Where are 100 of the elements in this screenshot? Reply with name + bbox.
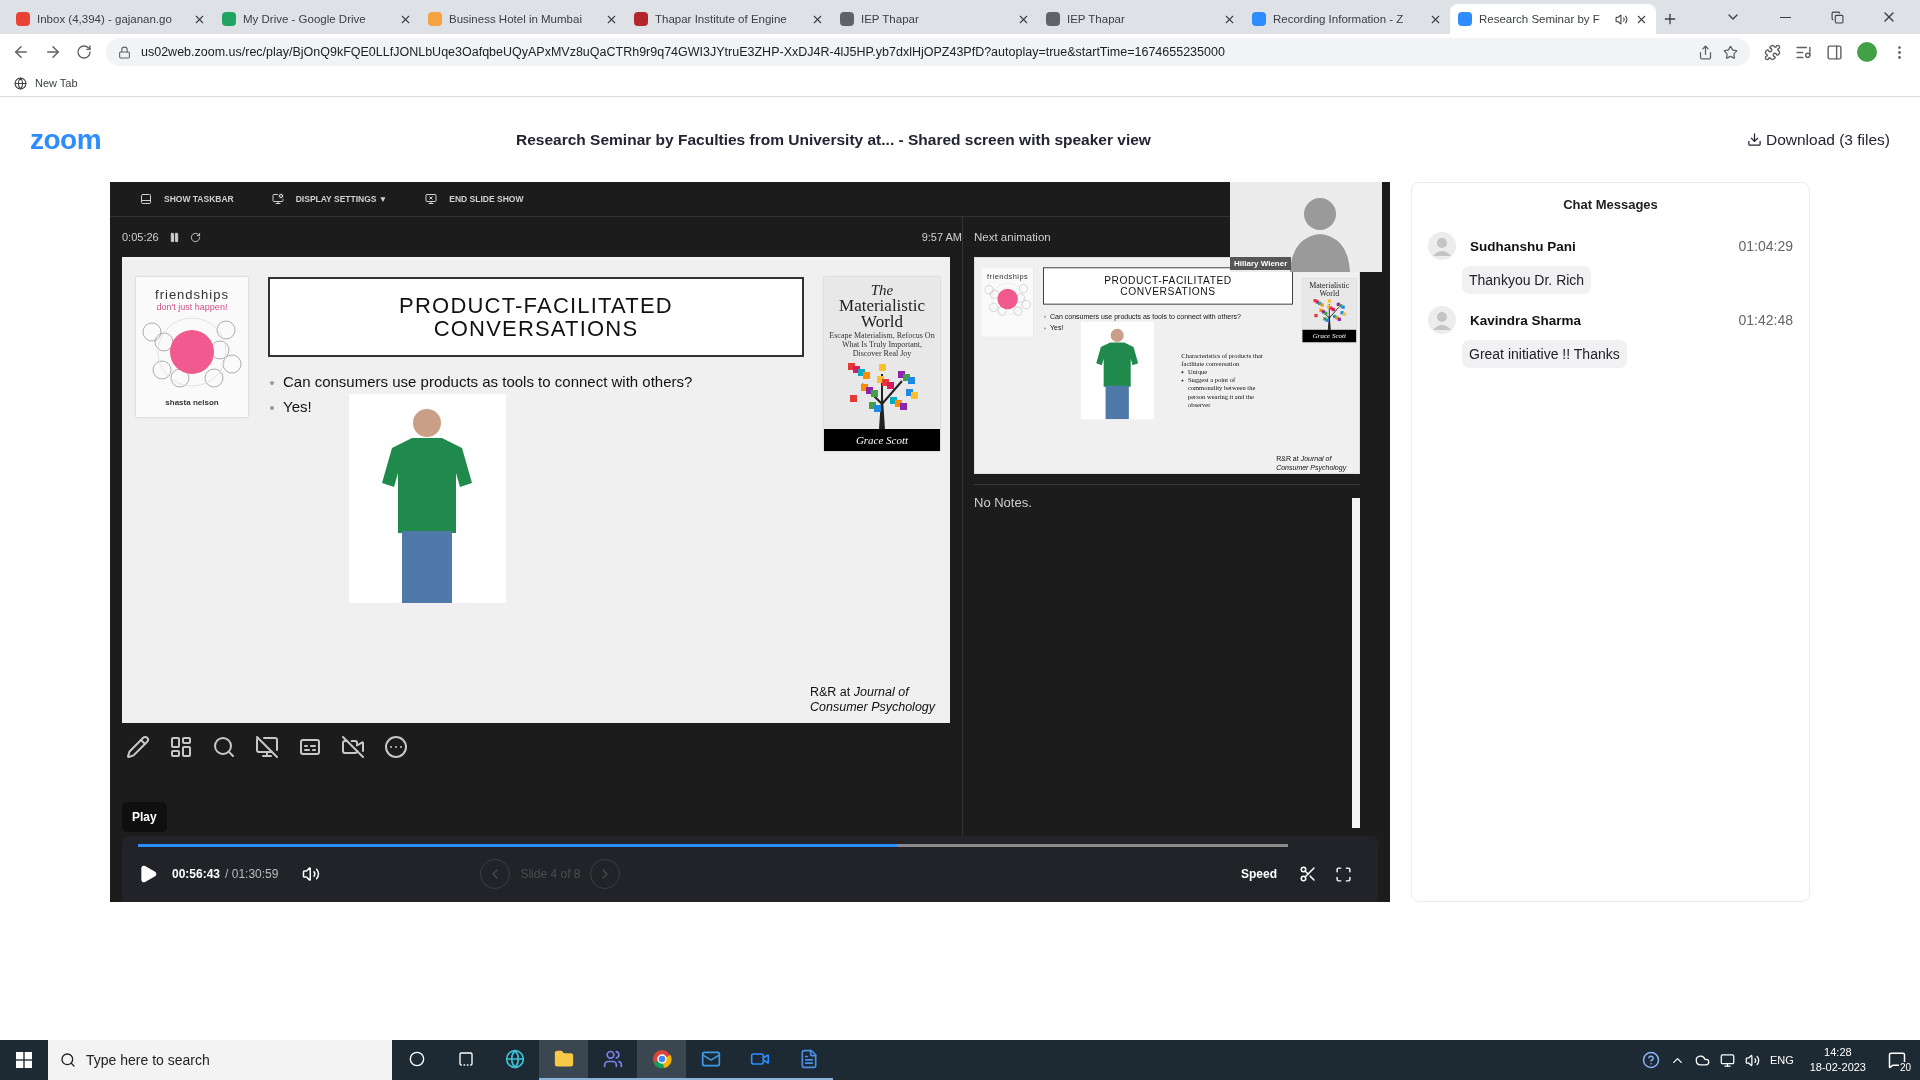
star-icon[interactable] (1723, 44, 1738, 60)
grid-icon[interactable] (169, 735, 193, 759)
folder-icon[interactable] (539, 1040, 588, 1080)
taskbar-clock[interactable]: 14:28 18-02-2023 (1803, 1045, 1872, 1075)
progress-track[interactable] (138, 844, 1288, 847)
search-field[interactable]: Type here to search (48, 1040, 392, 1080)
help-icon[interactable] (1641, 1051, 1660, 1069)
network-icon[interactable] (1719, 1052, 1735, 1068)
globe-icon (14, 76, 27, 90)
monitor-x-icon (425, 193, 438, 205)
browser-tab[interactable]: Business Hotel in Mumbai (420, 4, 626, 34)
four-pane-icon (16, 1052, 32, 1068)
reset-icon[interactable] (189, 231, 201, 243)
taskbar-icon (140, 193, 152, 205)
site-icon (1046, 12, 1060, 26)
volume-button[interactable] (302, 865, 321, 883)
site-icon (634, 12, 648, 26)
toolbar-button[interactable]: SHOW TASKBAR (140, 193, 234, 205)
cover-subtitle: Escape Materialism, Refocus On What Is Truly Important, Discover Real Joy (828, 330, 936, 359)
download-icon (1746, 132, 1762, 147)
bullet-dot (270, 406, 274, 410)
video-off-icon[interactable] (341, 735, 365, 759)
tree-drawing (1310, 297, 1348, 330)
bullet-dot (270, 381, 274, 385)
browser-tab[interactable]: Recording Information - Z (1244, 4, 1450, 34)
cloud-icon[interactable] (1694, 1052, 1710, 1068)
toolbar-button[interactable]: END SLIDE SHOW (425, 193, 524, 205)
bullet-dot (1181, 371, 1184, 374)
pen-icon[interactable] (126, 735, 150, 759)
message-time: 01:42:48 (1738, 312, 1793, 328)
volume-icon[interactable] (1744, 1052, 1760, 1068)
site-icon (840, 12, 854, 26)
site-icon (1252, 12, 1266, 26)
language-indicator[interactable]: ENG (1769, 1054, 1794, 1066)
forward-icon[interactable] (44, 43, 62, 61)
person-silhouette-icon (1290, 198, 1350, 272)
search-icon[interactable] (212, 735, 236, 759)
site-icon (1458, 12, 1472, 26)
notes-text: No Notes. (974, 495, 1033, 510)
play-button[interactable] (138, 864, 158, 884)
clock-time: 9:57 AM (921, 231, 962, 243)
back-icon[interactable] (12, 43, 30, 61)
profile-avatar[interactable] (1857, 42, 1877, 62)
browser-tab[interactable]: Thapar Institute of Engine (626, 4, 832, 34)
site-icon (428, 12, 442, 26)
bookmark-link[interactable]: New Tab (14, 76, 78, 90)
next-animation-label: Next animation (974, 230, 1051, 245)
chat-title: Chat Messages (1562, 197, 1659, 212)
bullet-dot (1181, 379, 1184, 382)
restore-icon (1830, 10, 1844, 24)
ring-icon[interactable] (637, 1040, 686, 1080)
speaker-name: Hillary Wiener (1230, 257, 1292, 270)
avatar-icon (1428, 306, 1456, 334)
browser-tab[interactable]: IEP Thapar (1038, 4, 1244, 34)
share-icon[interactable] (1698, 44, 1713, 60)
browser-tab[interactable]: My Drive - Google Drive (214, 4, 420, 34)
current-time: 00:56:43 (172, 867, 221, 881)
browser-tab[interactable]: Research Seminar by F (1450, 4, 1656, 34)
slide-title: PRODUCT-FACILITATED CONVERSATIONS (268, 277, 804, 357)
cover-author: Grace Scott (824, 428, 940, 451)
total-duration: / 01:30:59 (225, 867, 279, 881)
puzzle-icon[interactable] (1764, 43, 1781, 61)
toolbar-button[interactable]: DISPLAY SETTINGS ▼ (271, 193, 388, 205)
search-icon (60, 1052, 76, 1068)
recording-title: Research Seminar by Faculties from University at... - Shared screen with speaker view (515, 130, 1152, 149)
site-icon (16, 12, 30, 26)
pause-icon[interactable] (168, 231, 180, 243)
elapsed-time: 0:05:26 (122, 231, 159, 243)
side-panel-icon[interactable] (1826, 43, 1843, 61)
browser-tab[interactable]: Inbox (4,394) - gajanan.go (8, 4, 214, 34)
avatar-icon (1428, 232, 1456, 260)
reload-icon[interactable] (76, 44, 92, 60)
plus-icon (1662, 11, 1678, 27)
download-button[interactable]: Download (3 files) (1746, 130, 1890, 149)
cover-title: Materialistic World (838, 298, 926, 331)
slide-title: PRODUCT-FACILITATED CONVERSATIONS (1043, 267, 1293, 305)
message-time: 01:04:29 (1738, 238, 1793, 254)
address-bar[interactable]: us02web.zoom.us/rec/play/BjOnQ9kFQE0LLfJONLbUqe3OafqbeUQyAPxMVz8uQaCTRh9r9q74GWI3JYtruE3ZHP-XxDJ4R-4lJ5HP.yb7dxlHjOPZ43PfD?autoplay=true&startTime=1674655235000 (106, 38, 1750, 66)
message-bubble: Great initiative !! Thanks (1462, 340, 1627, 368)
minimize-icon (1779, 16, 1791, 18)
monitor-gear-icon (271, 193, 284, 205)
bullet-text: Can consumers use products as tools to connect with others? (283, 373, 693, 390)
bullet-text: Yes! (283, 398, 312, 415)
monitor-off-icon[interactable] (255, 735, 279, 759)
cover-author: shasta nelson (165, 398, 219, 407)
scrollbar[interactable] (1352, 498, 1360, 828)
site-icon (222, 12, 236, 26)
lock-icon (118, 45, 131, 59)
cover-title: friendships (155, 287, 229, 302)
more-icon[interactable] (384, 735, 408, 759)
cover-title-prefix: The (870, 283, 894, 298)
clip-button[interactable] (1299, 865, 1317, 883)
tooltip: Play (122, 802, 167, 832)
speaker-icon (1615, 12, 1628, 26)
browser-tab[interactable]: IEP Thapar (832, 4, 1038, 34)
cover-subtitle: don't just happen! (156, 302, 228, 312)
sender-name: Sudhanshu Pani (1470, 238, 1577, 254)
fullscreen-button[interactable] (1335, 865, 1352, 883)
slide-footer: R&R at Journal of Consumer Psychology (810, 685, 940, 715)
speed-button[interactable]: Speed (1241, 867, 1277, 881)
